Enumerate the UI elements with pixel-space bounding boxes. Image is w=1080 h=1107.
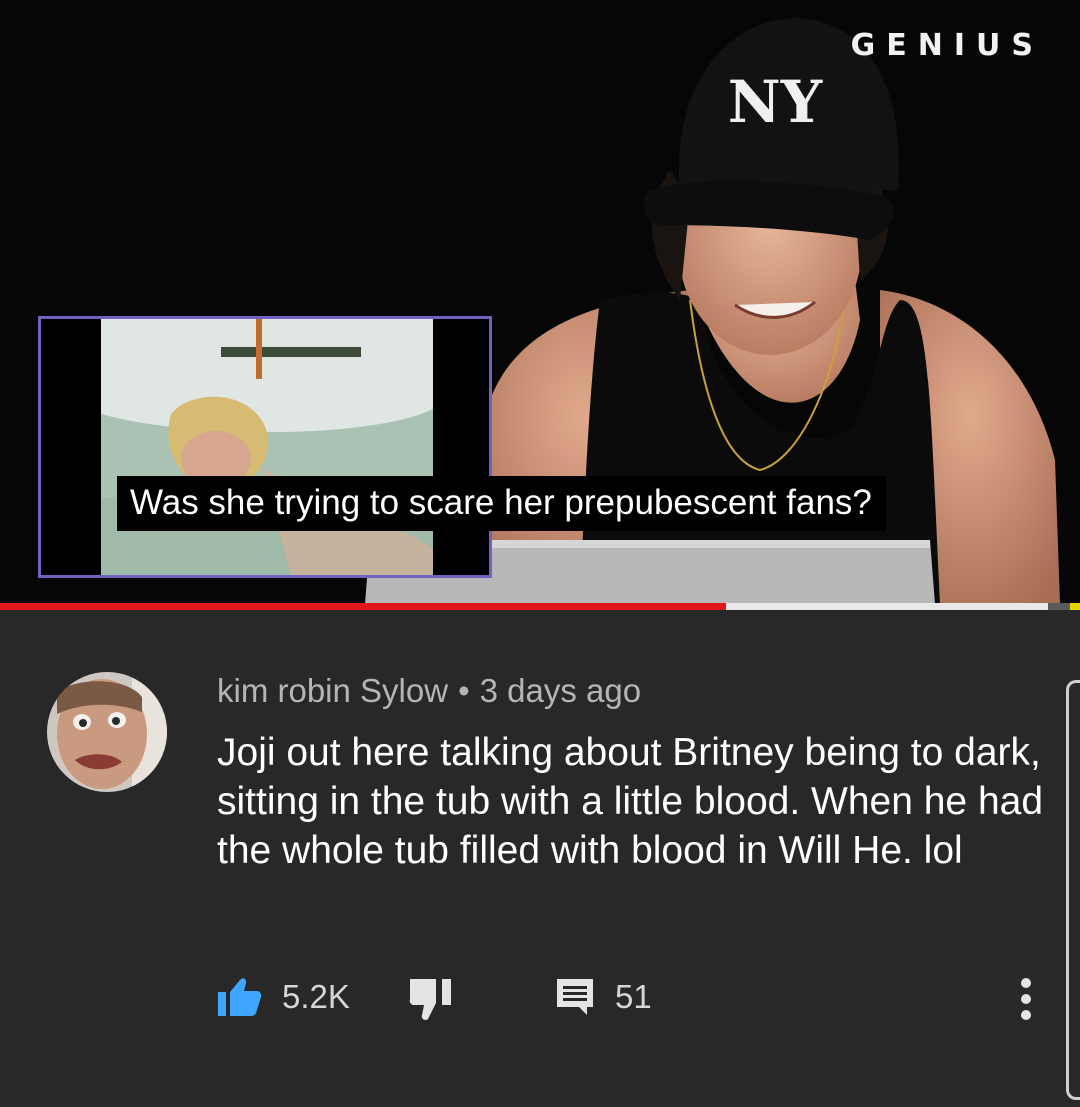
dislike-button[interactable] xyxy=(406,975,456,1020)
meta-separator: • xyxy=(458,672,470,709)
more-actions-button[interactable] xyxy=(1012,975,1040,1025)
scrollbar[interactable] xyxy=(1066,680,1080,1100)
video-progress-bar[interactable] xyxy=(0,603,1080,610)
reply-count: 51 xyxy=(615,978,652,1015)
reply-button[interactable]: 51 xyxy=(555,975,652,1019)
progress-ad-marker xyxy=(1070,603,1080,610)
comment-author[interactable]: kim robin Sylow xyxy=(217,672,448,709)
thumbs-down-icon xyxy=(409,979,451,1020)
genius-watermark: GENIUS xyxy=(850,28,1044,63)
comment-header: kim robin Sylow • 3 days ago xyxy=(217,672,641,710)
comment-icon xyxy=(557,979,593,1015)
video-caption: Was she trying to scare her prepubescent… xyxy=(117,476,886,531)
more-vertical-icon xyxy=(1021,978,1031,1020)
picture-in-picture-clip xyxy=(38,316,492,578)
video-player[interactable]: NY GENIUS Was she trying to scare her pr… xyxy=(0,0,1080,604)
comment-timestamp: 3 days ago xyxy=(479,672,642,709)
thumbs-up-icon xyxy=(218,978,262,1016)
svg-text:NY: NY xyxy=(728,68,823,136)
like-button[interactable]: 5.2K xyxy=(216,975,350,1019)
progress-played xyxy=(0,603,726,610)
comment-body: Joji out here talking about Britney bein… xyxy=(217,731,1044,872)
commenter-avatar[interactable] xyxy=(47,672,167,792)
like-count: 5.2K xyxy=(282,978,350,1015)
